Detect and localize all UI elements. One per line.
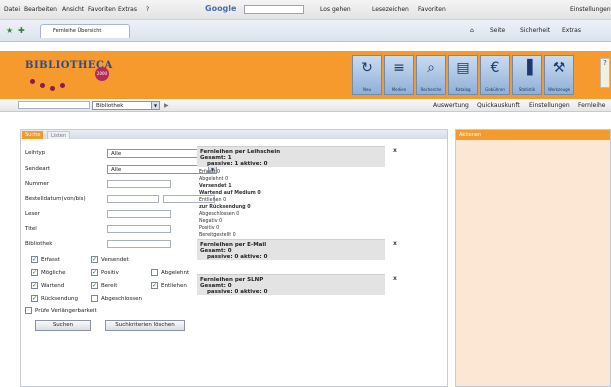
quick-search-input[interactable] bbox=[18, 101, 90, 109]
toolbar-link-quickinfo[interactable]: Quickauskunft bbox=[477, 102, 520, 109]
help-icon: ? bbox=[603, 59, 607, 67]
reader-input[interactable] bbox=[107, 210, 171, 218]
search-go-link[interactable]: Los gehen bbox=[320, 6, 351, 13]
help-button[interactable]: ? bbox=[600, 58, 610, 88]
browser-tab[interactable]: Fernleihe Übersicht bbox=[40, 24, 130, 38]
toolbar-link-evaluation[interactable]: Auswertung bbox=[433, 102, 469, 109]
refresh-app-button[interactable]: ↻ Neu bbox=[352, 55, 382, 95]
toolbar-link-settings[interactable]: Einstellungen bbox=[529, 102, 570, 109]
checkbox-positive[interactable]: ✓ bbox=[91, 269, 98, 276]
scope-select[interactable]: Bibliothek ▼ bbox=[92, 101, 160, 110]
title-input[interactable] bbox=[107, 225, 171, 233]
search-panel-tabs: Suche Listen bbox=[21, 130, 447, 139]
search-go-icon[interactable]: ▶ bbox=[164, 102, 169, 109]
search-panel: Suche Listen Leihtyp Alle▼ Sendeart Alle… bbox=[20, 129, 448, 387]
logo: BIBLIOTHECA 2000 bbox=[20, 54, 115, 96]
actions-panel: Aktionen bbox=[455, 129, 611, 387]
menu-favorites[interactable]: Favoriten bbox=[88, 6, 116, 13]
fees-app-button[interactable]: € Gebühren bbox=[480, 55, 510, 95]
toolbar-link-interlibrary[interactable]: Fernleihe bbox=[578, 102, 606, 109]
browser-tabbar: ★ ✚ Fernleihe Übersicht ⌂ Seite Sicherhe… bbox=[0, 20, 611, 42]
order-date-from-input[interactable] bbox=[107, 195, 159, 203]
menu-view[interactable]: Ansicht bbox=[62, 6, 84, 13]
checkbox-possible[interactable]: ✓ bbox=[31, 269, 38, 276]
close-icon[interactable]: x bbox=[393, 147, 397, 154]
logo-badge: 2000 bbox=[95, 67, 109, 81]
book-icon: ≡ bbox=[393, 60, 405, 76]
chart-icon: ▐ bbox=[521, 60, 533, 76]
media-app-button[interactable]: ≡ Medien bbox=[384, 55, 414, 95]
google-search-input[interactable] bbox=[244, 5, 304, 14]
menu-help[interactable]: ? bbox=[146, 6, 149, 13]
tab-lists[interactable]: Listen bbox=[47, 131, 70, 139]
label-loan-type: Leihtyp bbox=[25, 150, 46, 156]
label-reader: Leser bbox=[25, 211, 40, 217]
actions-panel-title: Aktionen bbox=[456, 130, 610, 140]
search-button[interactable]: Suchen bbox=[35, 320, 91, 331]
checkbox-ready[interactable]: ✓ bbox=[91, 282, 98, 289]
section-loan-slip: Fernleihen per Leihschein Gesamt: 1 pass… bbox=[197, 146, 385, 167]
star-icon[interactable]: ★ bbox=[6, 26, 13, 35]
checkbox-waiting[interactable]: ✓ bbox=[31, 282, 38, 289]
home-icon[interactable]: ⌂ bbox=[470, 27, 474, 34]
close-icon[interactable]: x bbox=[393, 275, 397, 282]
browser-menubar: Datei Bearbeiten Ansicht Favoriten Extra… bbox=[0, 0, 611, 20]
menu-file[interactable]: Datei bbox=[4, 6, 20, 13]
catalog-app-button[interactable]: ▤ Katalog bbox=[448, 55, 478, 95]
search-app-button[interactable]: ⌕ Recherche bbox=[416, 55, 446, 95]
clear-criteria-button[interactable]: Suchkriterien löschen bbox=[105, 320, 185, 331]
section-slnp: Fernleihen per SLNP Gesamt: 0 passive: 0… bbox=[197, 274, 385, 295]
menu-edit[interactable]: Bearbeiten bbox=[24, 6, 57, 13]
label-send-type: Sendeart bbox=[25, 166, 51, 172]
euro-icon: € bbox=[490, 60, 500, 76]
add-favorite-icon[interactable]: ✚ bbox=[18, 26, 25, 35]
google-logo: Google bbox=[205, 4, 237, 13]
refresh-icon: ↻ bbox=[361, 60, 373, 76]
library-input[interactable] bbox=[107, 240, 171, 248]
checkbox-rejected[interactable] bbox=[151, 269, 158, 276]
close-icon[interactable]: x bbox=[393, 240, 397, 247]
statistics-app-button[interactable]: ▐ Statistik bbox=[512, 55, 542, 95]
settings-link[interactable]: Einstellungen bbox=[570, 6, 611, 13]
favorites-link[interactable]: Favoriten bbox=[418, 6, 446, 13]
checkbox-lent[interactable]: ✓ bbox=[151, 282, 158, 289]
tools-app-button[interactable]: ⚒ Werkzeuge bbox=[544, 55, 574, 95]
number-input[interactable] bbox=[107, 180, 171, 188]
label-library: Bibliothek bbox=[25, 241, 53, 247]
app-toolbar: Bibliothek ▼ ▶ Auswertung Quickauskunft E… bbox=[0, 99, 611, 112]
nav-page[interactable]: Seite bbox=[490, 27, 505, 34]
checkbox-completed[interactable] bbox=[91, 295, 98, 302]
checkbox-return[interactable]: ✓ bbox=[31, 295, 38, 302]
catalog-icon: ▤ bbox=[456, 60, 470, 76]
tab-search[interactable]: Suche bbox=[22, 131, 44, 139]
tab-title: Fernleihe Übersicht bbox=[53, 28, 102, 34]
bookmarks-link[interactable]: Lesezeichen bbox=[372, 6, 409, 13]
section-email: Fernleihen per E-Mail Gesamt: 0 passive:… bbox=[197, 239, 385, 260]
nav-security[interactable]: Sicherheit bbox=[520, 27, 550, 34]
tools-icon: ⚒ bbox=[552, 60, 566, 76]
label-order-date: Bestelldatum(von/bis) bbox=[25, 196, 86, 202]
label-number: Nummer bbox=[25, 181, 49, 187]
checkbox-check-renewal[interactable] bbox=[25, 307, 32, 314]
checkbox-recorded[interactable]: ✓ bbox=[31, 256, 38, 263]
label-title: Titel bbox=[25, 226, 37, 232]
checkbox-sent[interactable]: ✓ bbox=[91, 256, 98, 263]
nav-extras[interactable]: Extras bbox=[562, 27, 581, 34]
search-icon: ⌕ bbox=[427, 60, 435, 76]
menu-extras[interactable]: Extras bbox=[118, 6, 137, 13]
